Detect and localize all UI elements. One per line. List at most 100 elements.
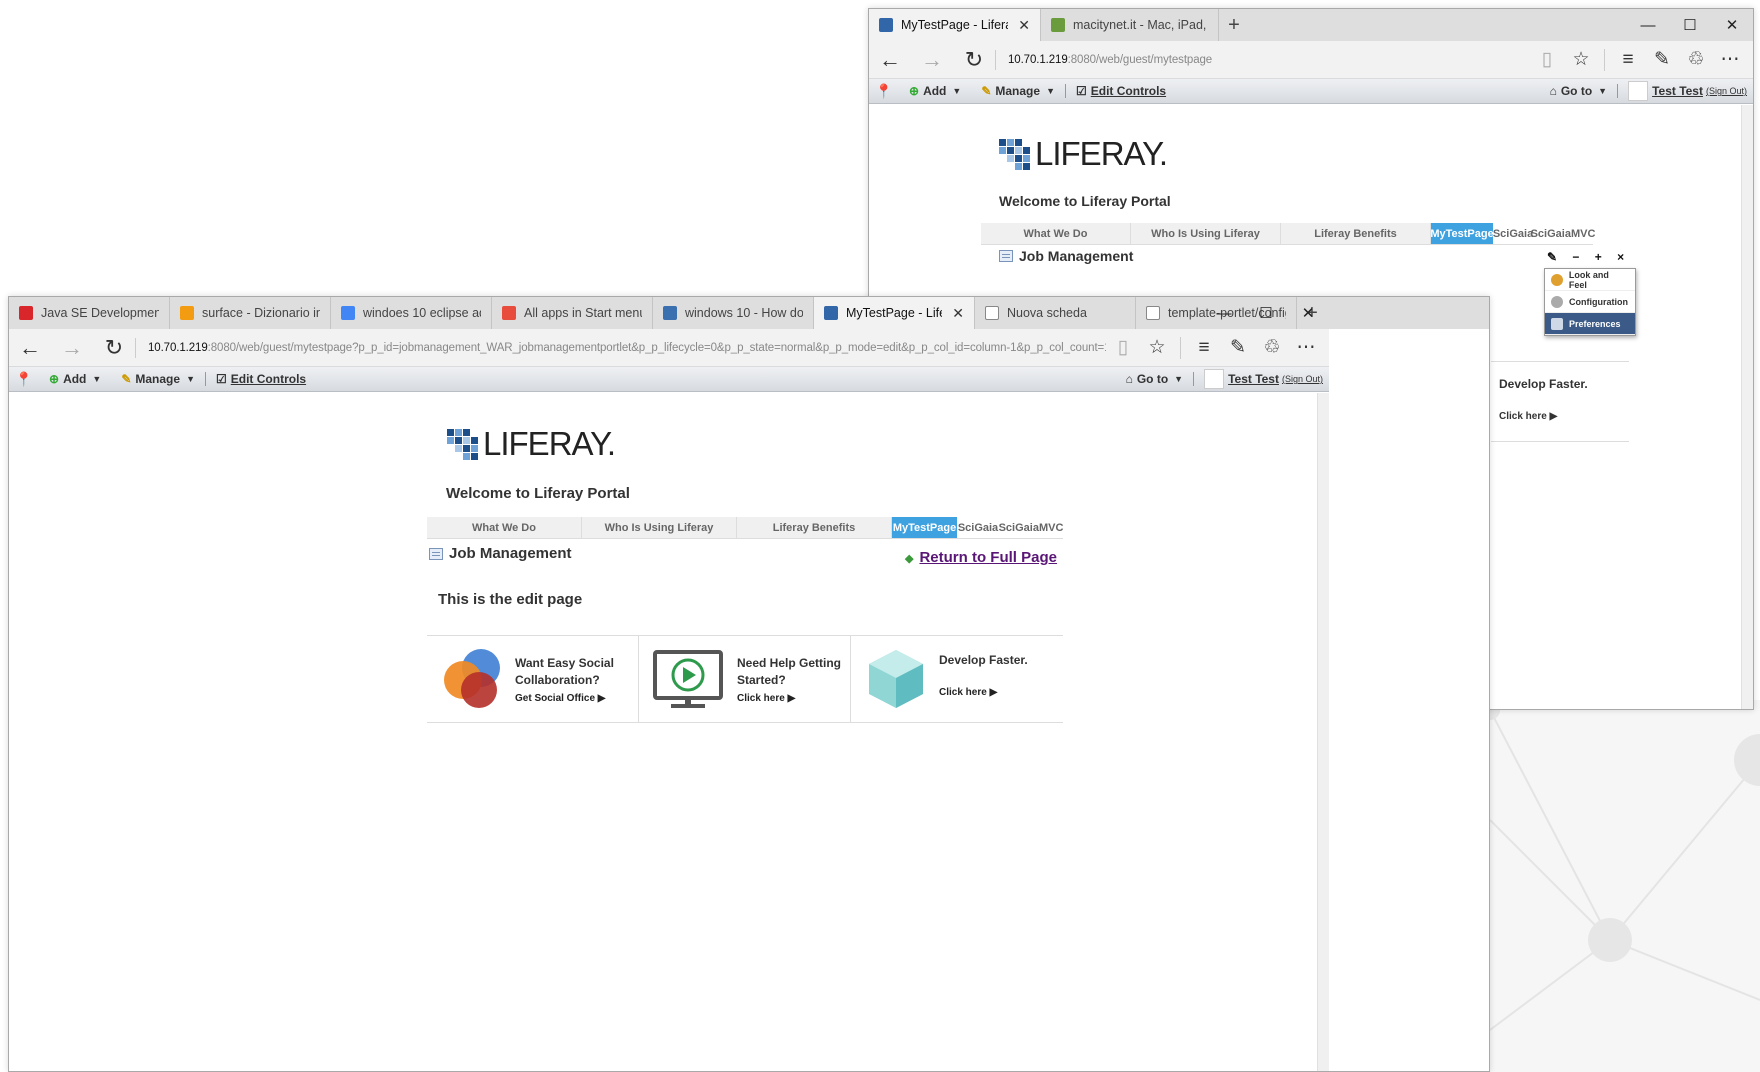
tab-surface-dizionario[interactable]: surface - Dizionario ing — [170, 297, 331, 329]
checkbox-icon: ☑ — [1075, 84, 1087, 98]
back-arrow-icon[interactable]: ← — [869, 41, 911, 79]
edit-controls-toggle[interactable]: ☑ Edit Controls — [1066, 84, 1176, 98]
sign-out-link[interactable]: (Sign Out) — [1282, 374, 1323, 384]
portlet-icon — [429, 547, 443, 560]
promo-title: Develop Faster. — [939, 653, 1028, 667]
portlet-toolbar-icons[interactable]: ✎ − + × — [1547, 250, 1630, 264]
add-menu[interactable]: ⊕ Add ▼ — [39, 372, 111, 386]
google-favicon-icon — [341, 306, 355, 320]
nav-item-who-is-using[interactable]: Who Is Using Liferay — [582, 517, 737, 538]
tab-nuova-scheda[interactable]: Nuova scheda — [975, 297, 1136, 329]
nav-item-scigaia[interactable]: SciGaia — [957, 517, 999, 538]
nav-item-mytestpage[interactable]: MyTestPage — [892, 517, 957, 538]
page-content: LIFERAY. Welcome to Liferay Portal What … — [9, 393, 1329, 1071]
return-to-full-page-link[interactable]: ◆ Return to Full Page — [905, 549, 1057, 566]
vertical-scrollbar[interactable] — [1317, 393, 1329, 1071]
manage-menu[interactable]: ✎ Manage ▼ — [111, 372, 205, 386]
sign-out-link[interactable]: (Sign Out) — [1706, 86, 1747, 96]
tab-java-se[interactable]: Java SE Development K — [9, 297, 170, 329]
more-icon[interactable]: ⋯ — [1713, 41, 1747, 79]
portlet-title-text: Job Management — [449, 545, 572, 562]
edit-controls-label: Edit Controls — [230, 372, 307, 386]
close-window-icon[interactable]: ✕ — [1711, 9, 1753, 41]
pin-icon[interactable]: 📍 — [9, 371, 39, 388]
url-field[interactable]: 10.70.1.219:8080/web/guest/mytestpage — [995, 49, 1530, 70]
menu-item-preferences[interactable]: Preferences — [1545, 313, 1635, 335]
forward-arrow-icon[interactable]: → — [911, 41, 953, 79]
refresh-icon[interactable]: ↻ — [953, 41, 995, 79]
nav-item-what-we-do[interactable]: What We Do — [427, 517, 582, 538]
tab-macitynet[interactable]: macitynet.it - Mac, iPad, iPh — [1041, 9, 1219, 41]
front-browser-window[interactable]: Java SE Development K surface - Dizionar… — [8, 296, 1490, 1072]
promo-link[interactable]: Click here ▶ — [737, 693, 841, 704]
share-icon[interactable]: ♲ — [1255, 329, 1289, 367]
checkbox-icon: ☑ — [215, 372, 227, 386]
tab-mytestpage[interactable]: MyTestPage - Liferay ✕ — [869, 9, 1041, 41]
liferay-logo[interactable]: LIFERAY. — [999, 135, 1168, 173]
favorite-star-icon[interactable]: ☆ — [1140, 329, 1174, 367]
user-name-link[interactable]: Test Test — [1228, 372, 1279, 386]
menu-item-look-and-feel[interactable]: Look and Feel — [1545, 269, 1635, 291]
address-bar: ← → ↻ 10.70.1.219:8080/web/guest/mytestp… — [9, 329, 1329, 367]
close-icon[interactable]: ✕ — [952, 305, 964, 322]
favorite-star-icon[interactable]: ☆ — [1564, 41, 1598, 79]
edit-controls-toggle[interactable]: ☑ Edit Controls — [206, 372, 316, 386]
caret-down-icon: ▼ — [1598, 86, 1608, 96]
promo-help[interactable]: Need Help Getting Started? Click here ▶ — [639, 636, 851, 722]
new-tab-button[interactable]: + — [1219, 9, 1249, 41]
develop-click-here-link[interactable]: Click here ▶ — [1499, 411, 1557, 422]
close-window-icon[interactable]: ✕ — [1287, 297, 1329, 329]
web-note-icon[interactable]: ✎ — [1645, 41, 1679, 79]
manage-menu[interactable]: ✎ Manage ▼ — [971, 84, 1065, 98]
minimize-icon[interactable]: — — [1203, 297, 1245, 329]
close-icon[interactable]: ✕ — [1018, 17, 1030, 34]
refresh-icon[interactable]: ↻ — [93, 329, 135, 367]
liferay-dockbar: 📍 ⊕ Add ▼ ✎ Manage ▼ ☑ Edit Controls ⌂ Go to ▼ … — [9, 367, 1329, 392]
nav-item-who-is-using[interactable]: Who Is Using Liferay — [1131, 223, 1281, 244]
tab-windows-howto[interactable]: windows 10 - How do I — [653, 297, 814, 329]
reading-view-icon[interactable]: ▯ — [1530, 41, 1564, 79]
menu-item-configuration[interactable]: Configuration — [1545, 291, 1635, 313]
hub-icon[interactable]: ≡ — [1611, 41, 1645, 79]
url-field[interactable]: 10.70.1.219:8080/web/guest/mytestpage?p_… — [135, 337, 1106, 358]
more-icon[interactable]: ⋯ — [1289, 329, 1323, 367]
nav-item-benefits[interactable]: Liferay Benefits — [1281, 223, 1431, 244]
web-note-icon[interactable]: ✎ — [1221, 329, 1255, 367]
maximize-icon[interactable]: ☐ — [1245, 297, 1287, 329]
tab-google-search[interactable]: windoes 10 eclipse add — [331, 297, 492, 329]
return-arrow-icon: ◆ — [905, 553, 914, 565]
nav-item-benefits[interactable]: Liferay Benefits — [737, 517, 892, 538]
tab-mytestpage[interactable]: MyTestPage - Lifera ✕ — [814, 297, 975, 329]
add-menu[interactable]: ⊕ Add ▼ — [899, 84, 971, 98]
tab-all-apps[interactable]: All apps in Start menu - — [492, 297, 653, 329]
share-icon[interactable]: ♲ — [1679, 41, 1713, 79]
promo-social-office[interactable]: Want Easy Social Collaboration? Get Soci… — [427, 636, 639, 722]
back-arrow-icon[interactable]: ← — [9, 329, 51, 367]
nav-item-mytestpage[interactable]: MyTestPage — [1430, 223, 1494, 244]
reading-view-icon[interactable]: ▯ — [1106, 329, 1140, 367]
pin-icon[interactable]: 📍 — [869, 83, 899, 100]
menu-label: Configuration — [1569, 296, 1628, 307]
promo-link[interactable]: Get Social Office ▶ — [515, 693, 614, 704]
goto-menu[interactable]: ⌂ Go to ▼ — [1116, 372, 1194, 386]
user-name-link[interactable]: Test Test — [1652, 84, 1703, 98]
tab-label: All apps in Start menu - — [524, 306, 642, 320]
nav-item-scigaia[interactable]: SciGaia — [1493, 223, 1533, 244]
vertical-scrollbar[interactable] — [1741, 105, 1753, 709]
goto-menu[interactable]: ⌂ Go to ▼ — [1540, 84, 1618, 98]
nav-item-scigaiamvc[interactable]: SciGaiaMVC — [1531, 223, 1595, 244]
minimize-icon[interactable]: — — [1627, 9, 1669, 41]
tab-label: MyTestPage - Lifera — [846, 306, 942, 320]
nav-item-scigaiamvc[interactable]: SciGaiaMVC — [999, 517, 1063, 538]
forward-arrow-icon[interactable]: → — [51, 329, 93, 367]
maximize-icon[interactable]: ☐ — [1669, 9, 1711, 41]
liferay-logo[interactable]: LIFERAY. — [447, 425, 616, 463]
avatar[interactable] — [1628, 81, 1649, 101]
promo-link[interactable]: Click here ▶ — [939, 687, 1028, 698]
hub-icon[interactable]: ≡ — [1187, 329, 1221, 367]
toolbar-divider — [1180, 336, 1181, 359]
avatar[interactable] — [1204, 369, 1225, 389]
promo-develop[interactable]: Develop Faster. Click here ▶ — [851, 636, 1063, 722]
nav-item-what-we-do[interactable]: What We Do — [981, 223, 1131, 244]
macitynet-favicon-icon — [1051, 18, 1065, 32]
